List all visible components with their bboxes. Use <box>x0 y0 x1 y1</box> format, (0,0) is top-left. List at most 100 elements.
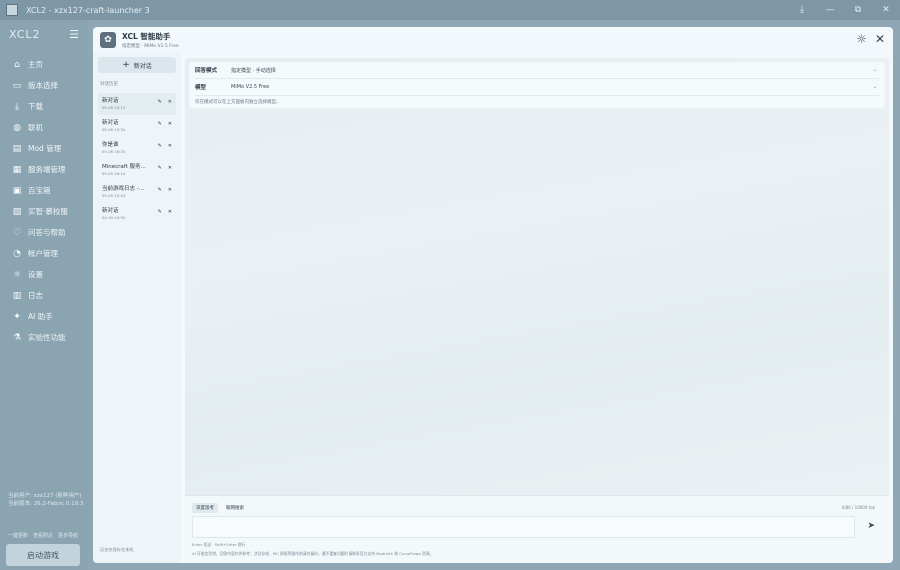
globe-icon: ◍ <box>13 122 21 133</box>
history-item[interactable]: 当前游戏日志 -... 05-05 15:44 ✎ ✕ <box>98 181 176 203</box>
home-icon: ⌂ <box>14 59 20 70</box>
sidebar-item-mods[interactable]: ▤ Mod 管理 <box>0 138 88 159</box>
answer-mode-label: 回答模式 <box>195 68 218 74</box>
edit-icon[interactable]: ✎ <box>158 209 162 215</box>
edit-icon[interactable]: ✎ <box>158 143 162 149</box>
plus-icon: + <box>122 60 130 70</box>
chevron-down-icon: ⌄ <box>872 67 877 73</box>
delete-icon[interactable]: ✕ <box>168 143 172 149</box>
model-settings-card: 回答模式 指定模型 · 手动选择 ⌄ 模型 MiMo V2.5 Free ⌄ 仅… <box>189 62 885 108</box>
history-item-actions: ✎ ✕ <box>158 121 172 127</box>
sidebar-item-label: Mod 管理 <box>28 144 62 153</box>
history-item-actions: ✎ ✕ <box>158 143 172 149</box>
send-icon[interactable]: ➤ <box>867 521 875 531</box>
model-label: 模型 <box>195 85 207 91</box>
menu-icon[interactable]: ☰ <box>69 28 79 41</box>
logo-row: XCL2 ☰ <box>0 20 88 48</box>
settings-icon: ☼ <box>12 269 22 280</box>
assistant-title: XCL 智能助手 <box>122 31 171 41</box>
delete-icon[interactable]: ✕ <box>168 121 172 127</box>
sidebar-item-experimental[interactable]: ⚗ 实验性功能 <box>0 327 88 348</box>
delete-icon[interactable]: ✕ <box>168 187 172 193</box>
sidebar-item-skin[interactable]: ▧ 买智·慕校服 <box>0 201 88 222</box>
sidebar-item-label: 设置 <box>28 270 43 279</box>
history-item-time: 05-05 16:10 <box>102 171 126 176</box>
sidebar-item-accounts[interactable]: ◔ 帐户管理 <box>0 243 88 264</box>
sidebar-item-label: 买智·慕校服 <box>28 207 68 216</box>
history-item[interactable]: 新对话 05-06 15:34 ✎ ✕ <box>98 115 176 137</box>
history-item-time: 05-06 15:34 <box>102 127 126 132</box>
sidebar-item-online[interactable]: ◍ 联机 <box>0 117 88 138</box>
sidebar-item-label: 主页 <box>28 60 43 69</box>
history-item[interactable]: 新对话 04-30 10:55 ✎ ✕ <box>98 203 176 225</box>
sidebar-item-home[interactable]: ⌂ 主页 <box>0 54 88 75</box>
link-more[interactable]: 更多导航 <box>58 532 78 539</box>
history-item[interactable]: 新对话 05-06 20:12 ✎ ✕ <box>98 93 176 115</box>
history-item[interactable]: Minecraft 服务... 05-05 16:10 ✎ ✕ <box>98 159 176 181</box>
answer-mode-value: 指定模型 · 手动选择 <box>231 67 276 74</box>
edit-icon[interactable]: ✎ <box>158 121 162 127</box>
sidebar-item-toolbox[interactable]: ▣ 百宝箱 <box>0 180 88 201</box>
delete-icon[interactable]: ✕ <box>168 99 172 105</box>
deep-think-toggle[interactable]: 深度思考 <box>192 503 218 513</box>
sidebar-item-label: 版本选择 <box>28 81 58 90</box>
toolbox-icon: ▣ <box>12 185 22 196</box>
server-icon: ▦ <box>12 164 22 175</box>
history-item[interactable]: 你是谁 05-06 16:30 ✎ ✕ <box>98 137 176 159</box>
sidebar-item-ai[interactable]: ✦ AI 助手 <box>0 306 88 327</box>
download-icon[interactable]: ⤓ <box>788 0 816 20</box>
sidebar-item-label: 问答与帮助 <box>28 228 66 237</box>
message-input[interactable] <box>192 516 855 538</box>
sidebar-item-label: AI 助手 <box>28 312 53 321</box>
edit-icon[interactable]: ✎ <box>158 165 162 171</box>
launch-game-button[interactable]: 启动游戏 <box>6 544 80 566</box>
history-item-time: 04-30 10:55 <box>102 215 126 220</box>
sidebar: XCL2 ☰ ⌂ 主页 ▭ 版本选择 ⤓ 下载 ◍ 联机 ▤ Mod 管理 ▦ 服务端管理 … <box>0 20 88 570</box>
assistant-header: ✿ XCL 智能助手 指定模型 · MiMo V2.5 Free ☼ ✕ <box>93 27 893 52</box>
app-icon <box>6 4 18 16</box>
app-logo: XCL2 <box>9 27 41 41</box>
new-chat-button[interactable]: + 新对话 <box>98 57 176 73</box>
close-button[interactable]: ✕ <box>872 0 900 20</box>
link-update[interactable]: 一键更新 <box>8 532 28 539</box>
chevron-down-icon: ⌄ <box>872 84 877 90</box>
current-user: 当前用户: xzx127 (新鲜用户) <box>8 493 82 499</box>
sidebar-item-versions[interactable]: ▭ 版本选择 <box>0 75 88 96</box>
close-icon[interactable]: ✕ <box>875 31 885 47</box>
history-item-actions: ✎ ✕ <box>158 187 172 193</box>
assistant-panel: ✿ XCL 智能助手 指定模型 · MiMo V2.5 Free ☼ ✕ + 新… <box>93 27 893 563</box>
sidebar-item-download[interactable]: ⤓ 下载 <box>0 96 88 117</box>
answer-mode-select[interactable]: 回答模式 指定模型 · 手动选择 ⌄ <box>195 62 879 79</box>
sidebar-item-label: 帐户管理 <box>28 249 58 258</box>
sidebar-item-settings[interactable]: ☼ 设置 <box>0 264 88 285</box>
history-list: 新对话 05-06 20:12 ✎ ✕ 新对话 05-06 15:34 ✎ ✕ 你是… <box>93 93 181 225</box>
sidebar-item-server[interactable]: ▦ 服务端管理 <box>0 159 88 180</box>
delete-icon[interactable]: ✕ <box>168 165 172 171</box>
maximize-button[interactable]: ⧉ <box>844 0 872 20</box>
link-nearby[interactable]: 查看附近 <box>33 532 53 539</box>
composer-disclaimer: AI 可能会犯错，回答内容仅供参考；涉及存档、MC 原版等操作前请先备份，遇不重… <box>192 551 434 556</box>
theme-toggle-icon[interactable]: ☼ <box>856 31 867 47</box>
window-titlebar: XCL2 - xzx127-craft-launcher 3 ⤓ — ⧉ ✕ <box>0 0 900 20</box>
header-text: XCL 智能助手 指定模型 · MiMo V2.5 Free <box>122 31 179 49</box>
window-controls: ⤓ — ⧉ ✕ <box>788 0 900 20</box>
edit-icon[interactable]: ✎ <box>158 187 162 193</box>
sidebar-item-help[interactable]: ♡ 问答与帮助 <box>0 222 88 243</box>
folder-icon: ▭ <box>12 80 22 91</box>
edit-icon[interactable]: ✎ <box>158 99 162 105</box>
minimize-button[interactable]: — <box>816 0 844 20</box>
sidebar-item-label: 服务端管理 <box>28 165 66 174</box>
web-search-toggle[interactable]: 联网搜索 <box>222 503 248 513</box>
ai-icon: ✦ <box>13 311 21 322</box>
sidebar-item-logs[interactable]: ▥ 日志 <box>0 285 88 306</box>
header-actions: ☼ ✕ <box>856 31 885 47</box>
composer-hint: Enter 发送 · Shift+Enter 换行 <box>192 542 246 547</box>
sidebar-item-label: 百宝箱 <box>28 186 51 195</box>
sidebar-item-label: 实验性功能 <box>28 333 66 342</box>
skin-icon: ▧ <box>12 206 22 217</box>
log-icon: ▥ <box>12 290 22 301</box>
model-select[interactable]: 模型 MiMo V2.5 Free ⌄ <box>195 79 879 96</box>
mod-icon: ▤ <box>12 143 22 154</box>
delete-icon[interactable]: ✕ <box>168 209 172 215</box>
history-item-actions: ✎ ✕ <box>158 99 172 105</box>
